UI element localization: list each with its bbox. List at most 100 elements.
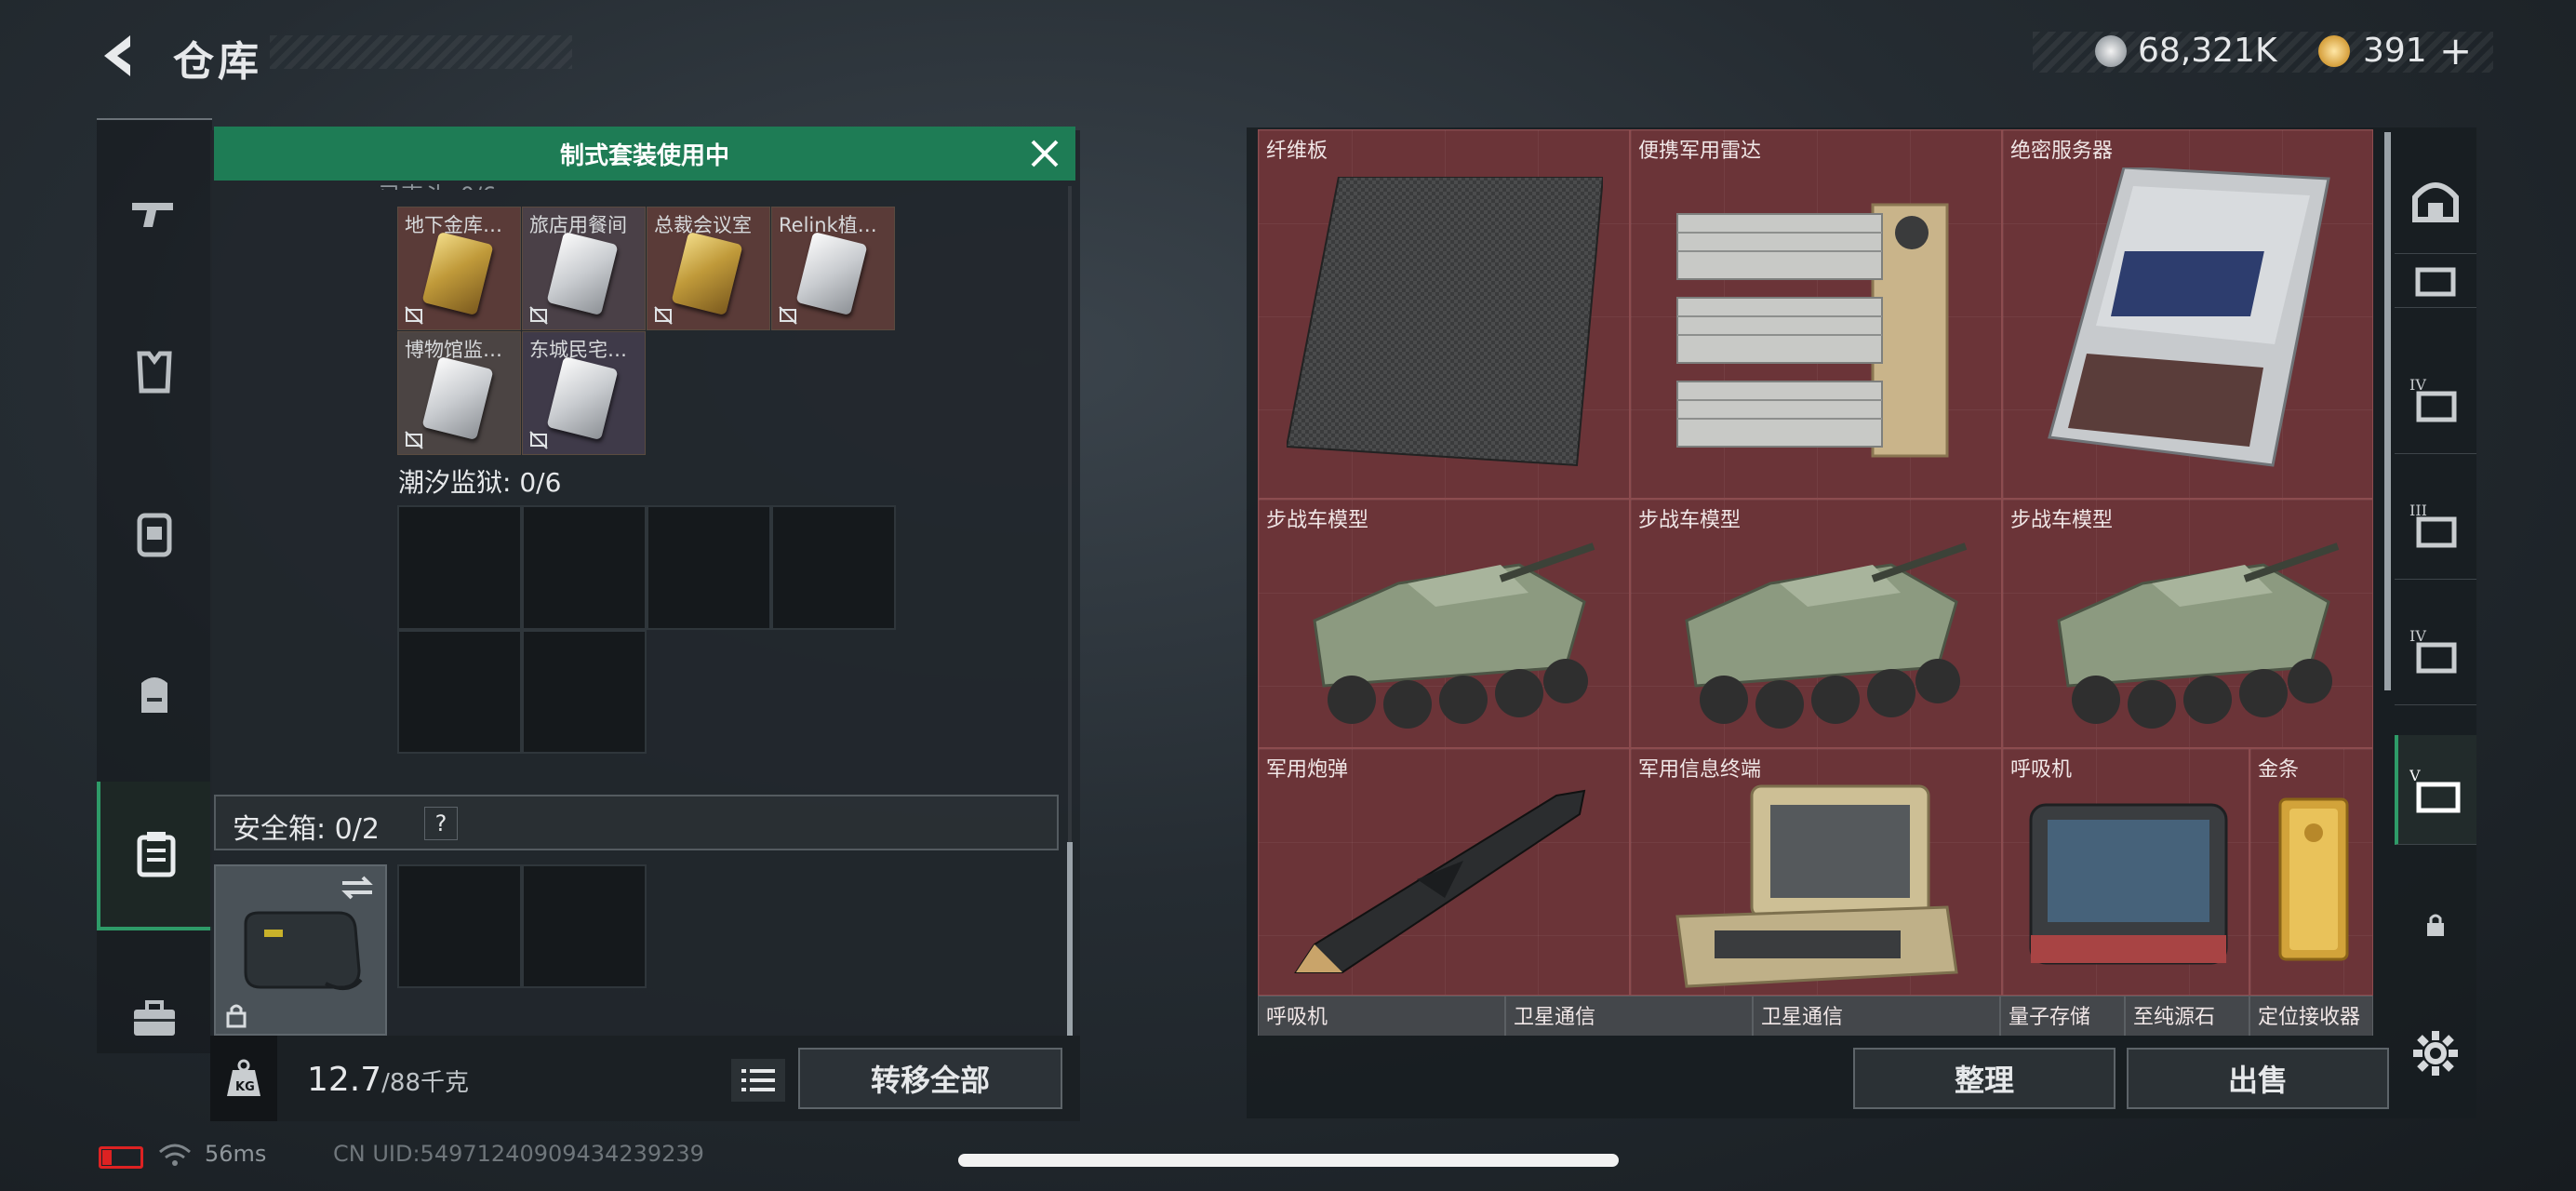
item-name: 绝密服务器 bbox=[2010, 140, 2114, 163]
svg-text:IV: IV bbox=[2409, 627, 2426, 645]
item-tile[interactable]: 步战车模型 bbox=[1630, 499, 2002, 748]
key-card-tile[interactable]: 博物馆监… bbox=[397, 331, 521, 455]
item-tile[interactable]: 量子存储 bbox=[2000, 996, 2125, 1036]
key-card-name: 旅店用餐间 bbox=[529, 214, 627, 236]
svg-text:V: V bbox=[2409, 767, 2421, 784]
right-scroll-thumb[interactable] bbox=[2384, 132, 2391, 690]
key-card-tile[interactable]: 东城民宅… bbox=[522, 331, 646, 455]
item-tile[interactable]: 便携军用雷达 bbox=[1630, 129, 2002, 499]
item-tile[interactable]: 至纯源石 bbox=[2125, 996, 2249, 1036]
currency-coin-amount: 68,321K bbox=[2138, 32, 2277, 70]
safebox-empty-slot[interactable] bbox=[522, 864, 647, 988]
help-button[interactable]: ? bbox=[424, 807, 458, 840]
nav-vest[interactable] bbox=[97, 479, 212, 591]
sort-button[interactable]: 整理 bbox=[1853, 1048, 2116, 1109]
tab-storage-all[interactable] bbox=[2395, 144, 2476, 254]
safebox-empty-slot[interactable] bbox=[397, 864, 522, 988]
item-tile[interactable]: 步战车模型 bbox=[1258, 499, 1630, 748]
home-indicator[interactable] bbox=[958, 1154, 1619, 1167]
item-tile[interactable]: 军用炮弹 bbox=[1258, 748, 1630, 996]
nav-case[interactable] bbox=[97, 963, 212, 1075]
list-view-button[interactable] bbox=[731, 1059, 785, 1102]
key-card-icon bbox=[421, 231, 494, 316]
storage-tier-v-icon: V bbox=[2409, 767, 2461, 812]
item-name: 便携军用雷达 bbox=[1638, 140, 1762, 163]
item-tile[interactable]: 军用信息终端 bbox=[1630, 748, 2002, 996]
left-scroll-thumb[interactable] bbox=[1067, 842, 1073, 1037]
empty-slot[interactable] bbox=[522, 630, 647, 754]
item-tile[interactable]: 绝密服务器 bbox=[2002, 129, 2373, 499]
empty-slot[interactable] bbox=[647, 505, 771, 630]
fiber-board-image bbox=[1287, 177, 1603, 467]
swap-icon bbox=[341, 876, 373, 900]
lock-icon bbox=[2427, 914, 2444, 936]
briefcase-icon bbox=[134, 1000, 175, 1036]
wifi-icon bbox=[158, 1143, 192, 1169]
weight-max: /88千克 bbox=[381, 1069, 470, 1097]
storage-tier-iv-icon: IV bbox=[2409, 376, 2457, 422]
empty-slot[interactable] bbox=[771, 505, 896, 630]
key-card-tile[interactable]: 旅店用餐间 bbox=[522, 207, 646, 330]
item-tile[interactable]: 纤维板 bbox=[1258, 129, 1630, 499]
not-bound-icon bbox=[654, 306, 673, 325]
close-icon[interactable] bbox=[1027, 136, 1062, 171]
item-tile[interactable]: 金条 bbox=[2249, 748, 2373, 996]
item-tile[interactable]: 步战车模型 bbox=[2002, 499, 2373, 748]
sell-button[interactable]: 出售 bbox=[2127, 1048, 2389, 1109]
back-icon[interactable] bbox=[93, 28, 145, 84]
tab-storage-5[interactable]: V bbox=[2395, 735, 2476, 845]
page-title: 仓库 bbox=[173, 38, 262, 86]
prison-section-label: 潮汐监狱: 0/6 bbox=[398, 467, 562, 498]
key-card-icon bbox=[421, 355, 494, 441]
item-tile[interactable]: 卫星通信 bbox=[1753, 996, 2000, 1036]
weight-current: 12.7 bbox=[307, 1061, 382, 1099]
item-name: 定位接收器 bbox=[2258, 1006, 2361, 1029]
svg-text:IV: IV bbox=[2409, 376, 2426, 394]
key-card-tile[interactable]: 总裁会议室 bbox=[647, 207, 770, 330]
item-name: 呼吸机 bbox=[1266, 1006, 1328, 1029]
nav-weapons[interactable] bbox=[97, 158, 212, 270]
tab-locked bbox=[2395, 870, 2476, 980]
tab-storage-2[interactable]: IV bbox=[2395, 344, 2476, 454]
storage-tier-iii-icon: III bbox=[2409, 502, 2457, 547]
safebox-container-item[interactable] bbox=[214, 864, 387, 1036]
tab-storage-3[interactable]: III bbox=[2395, 470, 2476, 580]
tab-storage-1[interactable] bbox=[2395, 254, 2476, 308]
storage-grid: 纤维板 便携军用雷达 绝密服务器 步战车模型 步战车模型 步战车模型 军用炮弹 … bbox=[1258, 129, 2373, 1036]
not-bound-icon bbox=[529, 431, 548, 449]
key-card-name: 博物馆监… bbox=[405, 339, 502, 361]
nav-storage[interactable] bbox=[97, 782, 212, 930]
key-card-name: 地下金库… bbox=[405, 214, 502, 236]
item-tile[interactable]: 定位接收器 bbox=[2249, 996, 2373, 1036]
weight-readout: 12.7/88千克 bbox=[307, 1061, 469, 1099]
key-card-tile[interactable]: 地下金库… bbox=[397, 207, 521, 330]
weight-icon-box: KG bbox=[210, 1036, 277, 1121]
settings-icon[interactable] bbox=[2411, 1029, 2460, 1077]
item-name: 至纯源石 bbox=[2133, 1006, 2216, 1029]
item-name: 纤维板 bbox=[1266, 140, 1328, 163]
nav-armor[interactable] bbox=[97, 316, 212, 428]
gun-icon bbox=[132, 203, 173, 227]
empty-slot[interactable] bbox=[397, 505, 522, 630]
uid-text: CN UID:549712409094342392​39 bbox=[333, 1141, 704, 1167]
empty-slot[interactable] bbox=[522, 505, 647, 630]
key-card-name: Relink植… bbox=[779, 214, 877, 236]
ventilator-image bbox=[2029, 803, 2228, 965]
nav-backpack[interactable] bbox=[97, 637, 212, 749]
transfer-all-button[interactable]: 转移全部 bbox=[798, 1048, 1062, 1109]
empty-slot[interactable] bbox=[397, 630, 522, 754]
item-tile[interactable]: 呼吸机 bbox=[2002, 748, 2249, 996]
item-name: 金条 bbox=[2258, 758, 2300, 782]
svg-text:III: III bbox=[2409, 502, 2427, 519]
key-card-tile[interactable]: Relink植… bbox=[771, 207, 895, 330]
safebox-label: 安全箱: 0/2 bbox=[233, 813, 380, 846]
safebox-case-icon bbox=[244, 911, 363, 991]
item-tile[interactable]: 卫星通信 bbox=[1505, 996, 1753, 1036]
ifv-model-image bbox=[1313, 542, 1595, 729]
tab-storage-4[interactable]: IV bbox=[2395, 596, 2476, 705]
item-name: 呼吸机 bbox=[2010, 758, 2073, 782]
item-tile[interactable]: 呼吸机 bbox=[1258, 996, 1505, 1036]
add-currency-button[interactable]: + bbox=[2439, 28, 2472, 74]
storage-tier-iv-icon: IV bbox=[2409, 627, 2457, 673]
vest-icon bbox=[137, 513, 172, 557]
